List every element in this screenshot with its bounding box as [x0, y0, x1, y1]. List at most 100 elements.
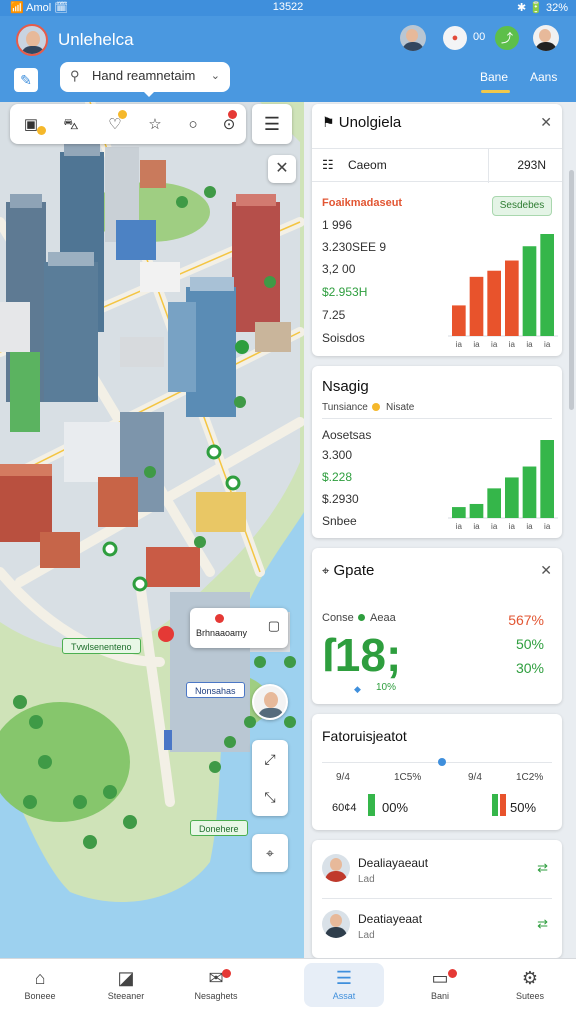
stats-card-2: Nsagig Tunsiance Nisate Aosetsas 3.300 $…	[312, 366, 562, 538]
stats-card-4: Fatoruisjeatot 9/4 1C5% 9/4 1C2% 60¢4 00…	[312, 714, 562, 830]
heart-badge	[118, 110, 127, 119]
bottom-navigation: ⌂ Boneee ◪ Steeaner ✉ Nesaghets ☰ Assat …	[0, 958, 576, 1024]
map-canvas	[0, 102, 304, 902]
card2-dot-icon	[372, 403, 380, 411]
card1-title: Unolgiela	[338, 114, 402, 131]
card1-row[interactable]: ☷ Caeom 293N	[312, 148, 562, 183]
layers-badge	[37, 126, 46, 135]
contact-avatar[interactable]	[400, 25, 426, 51]
card2-chart-tick-6: ia	[544, 522, 551, 530]
car-icon[interactable]: ⛍	[60, 114, 82, 136]
profile-avatar[interactable]	[16, 24, 48, 56]
contact-share-icon-1[interactable]: ⇄	[537, 860, 548, 876]
tab-primary[interactable]: Bane	[480, 70, 511, 93]
edit-icon[interactable]: ✎	[14, 68, 38, 92]
circle-icon[interactable]: ○	[182, 114, 204, 136]
card1-chart-tick-4: ia	[509, 340, 516, 348]
map-popup[interactable]: Brhnaaoamy ▢	[190, 608, 288, 648]
nav-stats[interactable]: ◪ Steeaner	[86, 967, 166, 1001]
map-label-3[interactable]: Donehere	[190, 820, 248, 836]
contact-share-icon-2[interactable]: ⇄	[537, 916, 548, 932]
nav-home[interactable]: ⌂ Boneee	[0, 967, 80, 1001]
map-user-avatar[interactable]	[252, 684, 288, 720]
chat-icon[interactable]: ▢	[268, 618, 280, 634]
popup-pin-icon	[215, 614, 224, 623]
card4-col-4: 1C2%	[516, 772, 544, 783]
card2-subtitle-right: Nisate	[386, 402, 415, 413]
card2-chart-bar-1	[452, 507, 466, 518]
search-icon: ⚲	[70, 68, 80, 83]
nav-home-label: Boneee	[24, 991, 56, 1001]
card4-right-bar-red	[500, 794, 506, 816]
message-icon: ✉	[208, 968, 224, 988]
star-icon[interactable]: ☆	[144, 114, 166, 136]
card1-value-6: Soisdos	[322, 331, 365, 345]
list-item[interactable]: Dealiayaeaut Lad ⇄	[312, 840, 562, 898]
card1-chart-tick-2: ia	[473, 340, 480, 348]
card1-action-button[interactable]: Sesdebes	[492, 196, 552, 216]
card2-value-5: Snbee	[322, 514, 357, 528]
card2-chart-tick-3: ia	[491, 522, 498, 530]
card1-chart-tick-5: ia	[526, 340, 533, 348]
list-icon: ☰	[335, 968, 353, 988]
card2-chart-tick-1: ia	[456, 522, 463, 530]
card1-close-icon[interactable]: ✕	[540, 114, 552, 131]
app-title: Unlehelca	[58, 30, 134, 49]
chevron-down-icon[interactable]: ⌄	[211, 69, 220, 82]
record-icon[interactable]: ●	[443, 26, 467, 50]
stats-card-3: ⌖ Gpate ✕ Conse Aeaa ſ18; ◆ 10% 567% 50%…	[312, 548, 562, 704]
app-header: Unlehelca ● 00 ⤴ ✎ ⚲ ⌄ Bane Aans	[0, 16, 576, 102]
card2-value-3: $.228	[322, 470, 353, 484]
card2-value-4: $.2930	[322, 492, 359, 506]
search-input[interactable]	[92, 68, 204, 83]
avatar-body	[21, 46, 45, 54]
card4-left-bar	[368, 794, 375, 816]
map-label-2[interactable]: Nonsahas	[186, 682, 245, 698]
nav-messages[interactable]: ✉ Nesaghets	[176, 967, 256, 1001]
notification-count: 00	[473, 31, 486, 43]
map-zoom-controls: ⤢ ⤡	[252, 740, 288, 816]
nav-assets-label: Assat	[332, 991, 356, 1001]
search-bar[interactable]: ⚲ ⌄	[60, 62, 230, 92]
user-avatar[interactable]	[533, 25, 559, 51]
card4-col-3: 9/4	[468, 772, 482, 783]
zoom-in-icon[interactable]: ⤢	[252, 740, 288, 778]
map-label-1[interactable]: Tvwlsenenteno	[62, 638, 141, 654]
share-icon[interactable]: ⤴	[495, 26, 519, 50]
tab-secondary[interactable]: Aans	[530, 70, 557, 84]
notification-badge	[228, 110, 237, 119]
card3-right-value-1: 567%	[508, 612, 544, 628]
panel-scrollbar[interactable]	[569, 170, 574, 410]
card1-chart-tick-6: ia	[544, 340, 551, 348]
city-map[interactable]: Tvwlsenenteno Nonsahas Donehere	[0, 102, 304, 958]
card1-chart-bar-5	[522, 246, 537, 336]
card3-close-icon[interactable]: ✕	[540, 562, 552, 579]
card4-slider-handle[interactable]	[438, 758, 446, 766]
map-close-icon[interactable]: ✕	[268, 155, 296, 183]
nav-assets[interactable]: ☰ Assat	[304, 963, 384, 1007]
settings-icon: ⚙	[521, 968, 539, 988]
locate-icon[interactable]: ⌖	[252, 834, 288, 872]
card2-chart-bar-2	[469, 503, 484, 518]
card4-right-bar-green	[492, 794, 498, 816]
card4-col-2: 1C5%	[394, 772, 422, 783]
card1-chart-tick-1: ia	[456, 340, 463, 348]
list-view-icon[interactable]: ☰	[252, 104, 292, 144]
map-toolbar: ▣ ⛍ ♡ ☆ ○ ⊙	[10, 104, 246, 144]
list-item[interactable]: Deatiayeaat Lad ⇄	[312, 898, 562, 956]
chart-icon: ◪	[117, 968, 135, 988]
nav-bank[interactable]: ▭ Bani	[400, 967, 480, 1001]
card1-row-label: Caeom	[348, 158, 387, 172]
nav-settings[interactable]: ⚙ Sutees	[490, 967, 570, 1001]
card1-value-5: 7.25	[322, 308, 346, 322]
clock: 13522	[272, 1, 304, 13]
menu-icon: ☷	[322, 157, 334, 172]
inbox-icon: ▭	[431, 968, 449, 988]
card3-left-label: Conse	[322, 612, 354, 624]
card3-big-number: ſ18;	[322, 629, 402, 681]
nav-settings-label: Sutees	[515, 991, 545, 1001]
card2-subtitle-left: Tunsiance	[322, 402, 368, 413]
zoom-out-icon[interactable]: ⤡	[252, 778, 288, 816]
card3-diamond-icon: ◆	[354, 684, 361, 694]
card2-chart-bar-3	[487, 488, 501, 518]
